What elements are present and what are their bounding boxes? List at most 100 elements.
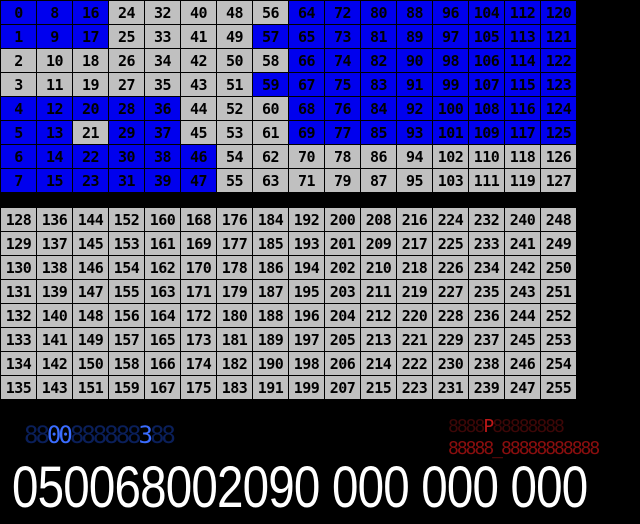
cell-213[interactable]: 213	[361, 328, 396, 351]
cell-191[interactable]: 191	[253, 376, 288, 399]
cell-142[interactable]: 142	[37, 352, 72, 375]
cell-189[interactable]: 189	[253, 328, 288, 351]
cell-134[interactable]: 134	[1, 352, 36, 375]
cell-55[interactable]: 55	[217, 169, 252, 192]
cell-233[interactable]: 233	[469, 232, 504, 255]
cell-126[interactable]: 126	[541, 145, 576, 168]
cell-133[interactable]: 133	[1, 328, 36, 351]
cell-211[interactable]: 211	[361, 280, 396, 303]
cell-214[interactable]: 214	[361, 352, 396, 375]
cell-253[interactable]: 253	[541, 328, 576, 351]
cell-24[interactable]: 24	[109, 1, 144, 24]
cell-85[interactable]: 85	[361, 121, 396, 144]
cell-20[interactable]: 20	[73, 97, 108, 120]
cell-136[interactable]: 136	[37, 208, 72, 231]
cell-165[interactable]: 165	[145, 328, 180, 351]
cell-31[interactable]: 31	[109, 169, 144, 192]
cell-247[interactable]: 247	[505, 376, 540, 399]
cell-104[interactable]: 104	[469, 1, 504, 24]
cell-2[interactable]: 2	[1, 49, 36, 72]
cell-72[interactable]: 72	[325, 1, 360, 24]
cell-101[interactable]: 101	[433, 121, 468, 144]
cell-238[interactable]: 238	[469, 352, 504, 375]
cell-185[interactable]: 185	[253, 232, 288, 255]
cell-60[interactable]: 60	[253, 97, 288, 120]
cell-61[interactable]: 61	[253, 121, 288, 144]
cell-202[interactable]: 202	[325, 256, 360, 279]
cell-151[interactable]: 151	[73, 376, 108, 399]
cell-184[interactable]: 184	[253, 208, 288, 231]
cell-105[interactable]: 105	[469, 25, 504, 48]
cell-42[interactable]: 42	[181, 49, 216, 72]
cell-65[interactable]: 65	[289, 25, 324, 48]
cell-183[interactable]: 183	[217, 376, 252, 399]
cell-212[interactable]: 212	[361, 304, 396, 327]
cell-143[interactable]: 143	[37, 376, 72, 399]
cell-79[interactable]: 79	[325, 169, 360, 192]
cell-15[interactable]: 15	[37, 169, 72, 192]
cell-83[interactable]: 83	[361, 73, 396, 96]
cell-121[interactable]: 121	[541, 25, 576, 48]
cell-40[interactable]: 40	[181, 1, 216, 24]
cell-138[interactable]: 138	[37, 256, 72, 279]
cell-86[interactable]: 86	[361, 145, 396, 168]
cell-255[interactable]: 255	[541, 376, 576, 399]
cell-158[interactable]: 158	[109, 352, 144, 375]
cell-129[interactable]: 129	[1, 232, 36, 255]
cell-74[interactable]: 74	[325, 49, 360, 72]
cell-68[interactable]: 68	[289, 97, 324, 120]
cell-198[interactable]: 198	[289, 352, 324, 375]
cell-13[interactable]: 13	[37, 121, 72, 144]
cell-128[interactable]: 128	[1, 208, 36, 231]
cell-46[interactable]: 46	[181, 145, 216, 168]
cell-113[interactable]: 113	[505, 25, 540, 48]
cell-145[interactable]: 145	[73, 232, 108, 255]
cell-229[interactable]: 229	[433, 328, 468, 351]
cell-244[interactable]: 244	[505, 304, 540, 327]
cell-109[interactable]: 109	[469, 121, 504, 144]
cell-152[interactable]: 152	[109, 208, 144, 231]
cell-150[interactable]: 150	[73, 352, 108, 375]
cell-146[interactable]: 146	[73, 256, 108, 279]
cell-190[interactable]: 190	[253, 352, 288, 375]
cell-197[interactable]: 197	[289, 328, 324, 351]
cell-19[interactable]: 19	[73, 73, 108, 96]
cell-192[interactable]: 192	[289, 208, 324, 231]
cell-53[interactable]: 53	[217, 121, 252, 144]
cell-246[interactable]: 246	[505, 352, 540, 375]
cell-174[interactable]: 174	[181, 352, 216, 375]
cell-166[interactable]: 166	[145, 352, 180, 375]
cell-3[interactable]: 3	[1, 73, 36, 96]
cell-114[interactable]: 114	[505, 49, 540, 72]
cell-220[interactable]: 220	[397, 304, 432, 327]
cell-168[interactable]: 168	[181, 208, 216, 231]
cell-47[interactable]: 47	[181, 169, 216, 192]
cell-52[interactable]: 52	[217, 97, 252, 120]
cell-27[interactable]: 27	[109, 73, 144, 96]
cell-227[interactable]: 227	[433, 280, 468, 303]
cell-29[interactable]: 29	[109, 121, 144, 144]
cell-226[interactable]: 226	[433, 256, 468, 279]
cell-149[interactable]: 149	[73, 328, 108, 351]
cell-237[interactable]: 237	[469, 328, 504, 351]
cell-44[interactable]: 44	[181, 97, 216, 120]
cell-28[interactable]: 28	[109, 97, 144, 120]
cell-141[interactable]: 141	[37, 328, 72, 351]
cell-88[interactable]: 88	[397, 1, 432, 24]
cell-59[interactable]: 59	[253, 73, 288, 96]
cell-204[interactable]: 204	[325, 304, 360, 327]
cell-120[interactable]: 120	[541, 1, 576, 24]
cell-177[interactable]: 177	[217, 232, 252, 255]
cell-215[interactable]: 215	[361, 376, 396, 399]
cell-41[interactable]: 41	[181, 25, 216, 48]
cell-21[interactable]: 21	[73, 121, 108, 144]
cell-118[interactable]: 118	[505, 145, 540, 168]
cell-164[interactable]: 164	[145, 304, 180, 327]
cell-95[interactable]: 95	[397, 169, 432, 192]
cell-124[interactable]: 124	[541, 97, 576, 120]
cell-228[interactable]: 228	[433, 304, 468, 327]
cell-99[interactable]: 99	[433, 73, 468, 96]
cell-234[interactable]: 234	[469, 256, 504, 279]
cell-87[interactable]: 87	[361, 169, 396, 192]
cell-14[interactable]: 14	[37, 145, 72, 168]
